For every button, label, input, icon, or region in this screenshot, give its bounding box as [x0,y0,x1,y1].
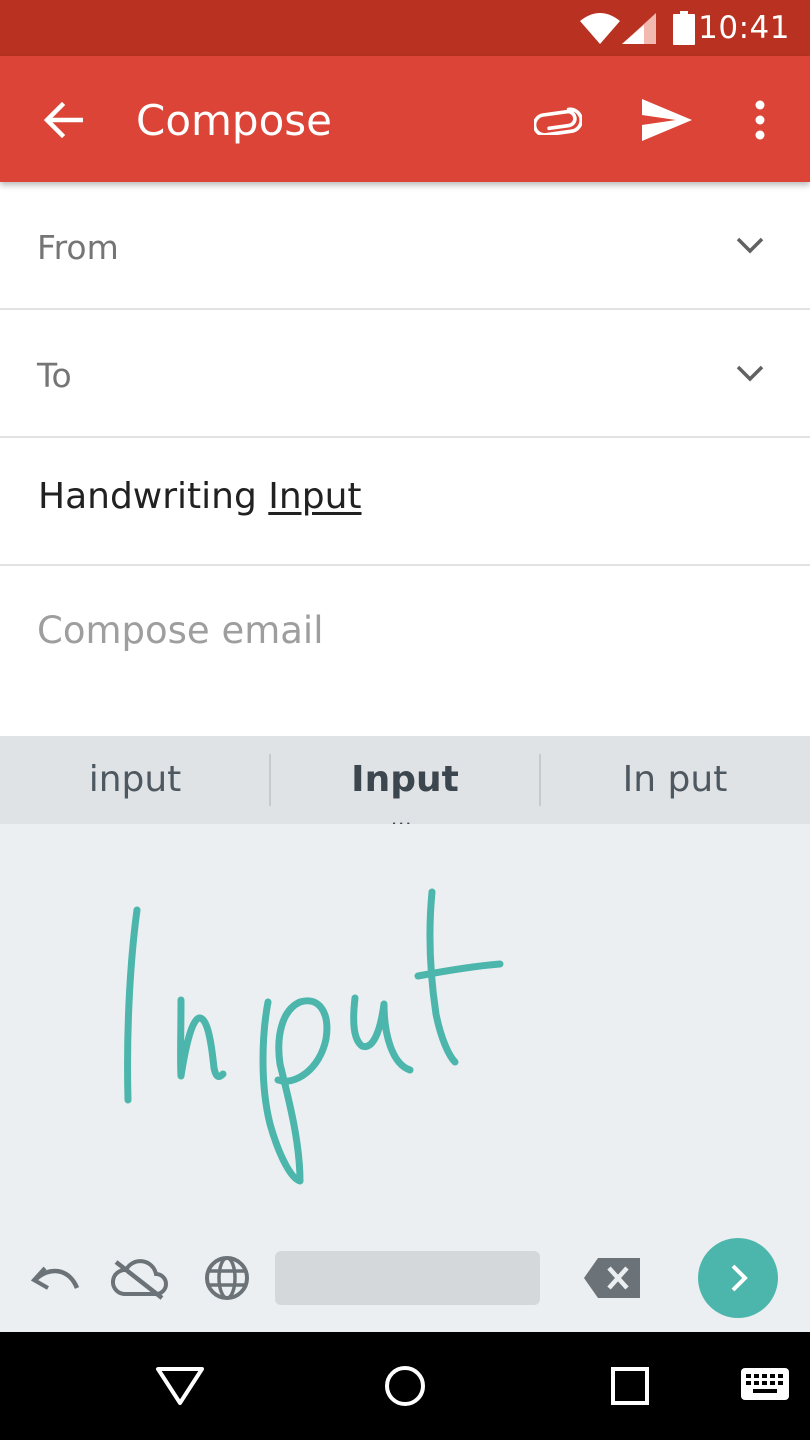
spacebar[interactable] [275,1251,540,1305]
status-bar: 10:41 [0,0,810,56]
chevron-down-icon[interactable] [736,365,764,383]
to-field[interactable]: To [0,310,810,438]
to-label: To [37,356,72,395]
go-button[interactable] [698,1238,778,1318]
signal-icon [622,13,656,44]
keyboard-icon[interactable] [741,1368,789,1404]
suggestion-3[interactable]: In put [540,736,810,824]
app-bar: Compose [0,56,810,182]
subject-text: Handwriting [38,476,269,517]
navigation-bar [0,1332,810,1440]
attach-icon[interactable] [534,105,582,135]
undo-icon[interactable] [31,1264,81,1294]
home-circle-icon[interactable] [383,1364,427,1408]
handwriting-canvas[interactable] [0,824,810,1332]
suggestion-1[interactable]: input [0,736,270,824]
back-arrow-icon[interactable] [43,100,83,140]
chevron-down-icon[interactable] [736,237,764,255]
clock: 10:41 [698,10,790,46]
from-label: From [37,228,119,267]
battery-icon [673,11,695,45]
page-title: Compose [136,96,333,145]
globe-icon[interactable] [203,1254,251,1302]
compose-email-input[interactable]: Compose email [37,609,323,652]
wifi-icon [580,13,620,44]
back-triangle-icon[interactable] [155,1366,205,1406]
handwriting-ink [124,888,504,1185]
cloud-off-icon[interactable] [110,1256,168,1300]
more-vert-icon[interactable] [754,100,766,140]
recents-square-icon[interactable] [611,1367,649,1405]
subject-input[interactable]: Handwriting Input [38,476,362,517]
chevron-right-icon [731,1264,748,1292]
backspace-icon[interactable] [584,1258,640,1298]
subject-composing-word: Input [268,476,362,517]
send-icon[interactable] [642,99,692,141]
from-field[interactable]: From [0,182,810,310]
